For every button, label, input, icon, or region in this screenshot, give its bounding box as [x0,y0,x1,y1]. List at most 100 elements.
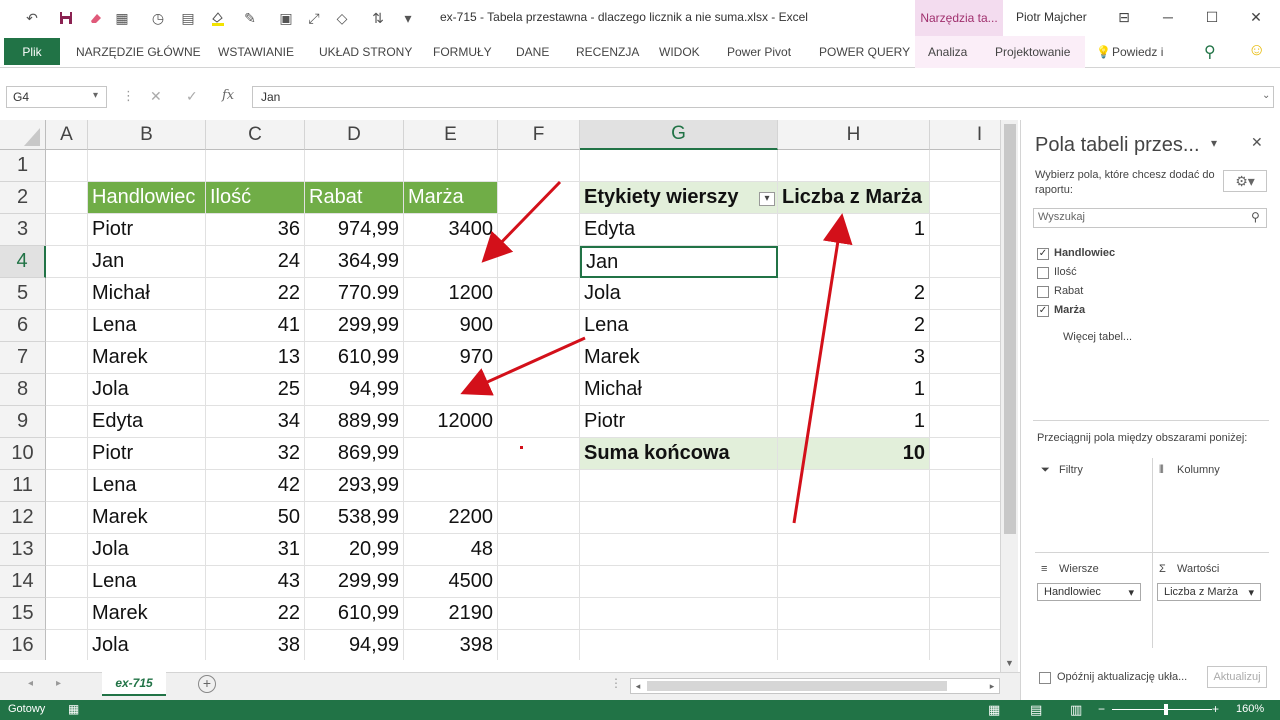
tab-data[interactable]: DANE [516,45,549,59]
field-label[interactable]: Rabat [1054,285,1083,297]
filter-icon: ⏷ [1041,464,1050,476]
tab-analyze[interactable]: Analiza [928,45,967,59]
clipboard-icon[interactable]: ▤ [178,8,198,28]
share-person-icon[interactable]: ⚲ [1204,42,1216,62]
status-ready: Gotowy [8,703,46,715]
next-sheet-icon[interactable]: ▸ [56,678,61,689]
zoom-slider[interactable] [1112,709,1212,710]
sort-icon[interactable]: ⇅ [368,8,388,28]
scroll-left-icon[interactable]: ◂ [631,679,645,693]
arrow-to-empty-jan [481,180,562,263]
pane-subtitle: Wybierz pola, które chcesz dodać do rapo… [1035,169,1215,196]
drag-hint: Przeciągnij pola między obszarami poniże… [1037,432,1248,444]
maximize-icon[interactable]: ☐ [1198,6,1226,28]
resize-icon[interactable]: ⤢ [304,8,324,28]
zoom-out-icon[interactable]: − [1098,702,1105,716]
search-icon[interactable]: ⚲ [1251,210,1260,224]
zoom-slider-thumb[interactable] [1164,704,1168,715]
field-checkbox[interactable]: ✓ [1037,248,1049,260]
zoom-in-icon[interactable]: + [1212,702,1219,716]
normal-view-icon[interactable]: ▦ [988,702,1000,718]
horizontal-scroll-thumb[interactable] [647,681,947,691]
tab-formulas[interactable]: FORMUŁY [433,45,492,59]
page-break-view-icon[interactable]: ▥ [1070,702,1082,718]
tab-view[interactable]: WIDOK [659,45,700,59]
save-icon[interactable] [56,8,76,28]
insert-function-icon[interactable]: fx [222,88,234,103]
clock-icon[interactable]: ◷ [148,8,168,28]
add-sheet-icon[interactable]: + [198,675,216,693]
lightbulb-icon[interactable]: 💡 [1096,45,1111,59]
vertical-scroll-thumb[interactable] [1004,124,1016,534]
columns-icon: ⦀ [1159,464,1164,476]
cancel-entry-icon[interactable]: ✕ [150,88,162,105]
file-tab[interactable]: Plik [4,38,60,65]
area-filters-label: Filtry [1059,464,1083,476]
undo-icon[interactable]: ↶ [22,8,42,28]
minimize-icon[interactable]: ─ [1154,6,1182,28]
pane-options-dropdown-icon[interactable]: ▾ [1211,136,1217,150]
more-tables-link[interactable]: Więcej tabel... [1063,331,1132,343]
tab-design[interactable]: Projektowanie [995,45,1070,59]
annotation-arrows [460,180,853,524]
table-icon[interactable]: ▦ [112,8,132,28]
zoom-level[interactable]: 160% [1236,703,1264,715]
prev-sheet-icon[interactable]: ◂ [28,678,33,689]
horizontal-scrollbar[interactable]: ◂ ▸ [630,678,1000,694]
field-checkbox[interactable]: ✓ [1037,305,1049,317]
format-painter-icon[interactable]: ✎ [240,8,260,28]
tab-home[interactable]: NARZĘDZIE GŁÓWNE [76,45,201,59]
tabs-splitter-icon[interactable]: ⋮ [610,676,622,690]
close-icon[interactable]: ✕ [1242,6,1270,28]
update-button[interactable]: Aktualizuj [1207,666,1267,688]
page-layout-view-icon[interactable]: ▤ [1030,702,1042,718]
user-name[interactable]: Piotr Majcher [1016,10,1087,24]
eraser-icon[interactable] [86,8,106,28]
ribbon-display-icon[interactable]: ⊟ [1110,6,1138,28]
defer-update-label: Opóźnij aktualizację ukła... [1057,671,1188,683]
shapes-icon[interactable]: ◇ [332,8,352,28]
paste-values-icon[interactable]: ▣ [276,8,296,28]
confirm-entry-icon[interactable]: ✓ [186,88,198,105]
values-field-dropdown[interactable]: Liczba z Marża ▾ [1157,583,1261,601]
area-columns-label: Kolumny [1177,464,1220,476]
tab-insert[interactable]: WSTAWIANIE [218,45,294,59]
tell-me-box[interactable]: Powiedz i [1112,45,1163,59]
rows-field-dropdown[interactable]: Handlowiec ▾ [1037,583,1141,601]
field-label[interactable]: Handlowiec [1054,247,1115,259]
pane-title: Pola tabeli przes... [1035,134,1200,156]
field-label[interactable]: Ilość [1054,266,1077,278]
gear-icon[interactable]: ⚙▾ [1223,170,1267,192]
vertical-scrollbar[interactable]: ▼ [1000,120,1018,675]
field-checkbox[interactable] [1037,267,1049,279]
field-label[interactable]: Marża [1054,304,1085,316]
sheet-tab-ex-715[interactable]: ex-715 [102,672,166,696]
fill-color-icon[interactable] [208,8,228,28]
scroll-down-icon[interactable]: ▼ [1005,658,1014,668]
window-title: ex-715 - Tabela przestawna - dlaczego li… [440,10,808,24]
area-rows-label: Wiersze [1059,563,1099,575]
rows-icon: ≡ [1041,563,1048,575]
sigma-icon: Σ [1159,563,1166,575]
tab-page-layout[interactable]: UKŁAD STRONY [319,45,412,59]
tab-power-pivot[interactable]: Power Pivot [727,45,791,59]
customize-qat-icon[interactable]: ▾ [398,8,418,28]
areas-vertical-divider [1152,458,1153,648]
chevron-down-icon: ▾ [1248,586,1254,599]
scroll-right-icon[interactable]: ▸ [985,679,999,693]
arrow-to-empty-jola [460,336,586,396]
pane-close-icon[interactable]: ✕ [1251,134,1263,151]
area-values-label: Wartości [1177,563,1220,575]
expand-formula-icon[interactable]: ⌄ [1262,90,1270,101]
name-box[interactable]: G4 [6,86,107,108]
macro-record-icon[interactable]: ▦ [68,702,79,716]
formula-input[interactable]: Jan [252,86,1274,108]
tab-review[interactable]: RECENZJA [576,45,639,59]
search-input[interactable]: Wyszukaj [1033,208,1267,228]
tab-power-query[interactable]: POWER QUERY [819,45,910,59]
field-checkbox[interactable] [1037,286,1049,298]
context-tab-group-title: Narzędzia ta... [915,0,1003,36]
name-box-dropdown-icon[interactable]: ▾ [93,90,98,101]
defer-update-checkbox[interactable] [1039,672,1051,684]
smiley-icon[interactable]: ☺ [1248,40,1265,60]
